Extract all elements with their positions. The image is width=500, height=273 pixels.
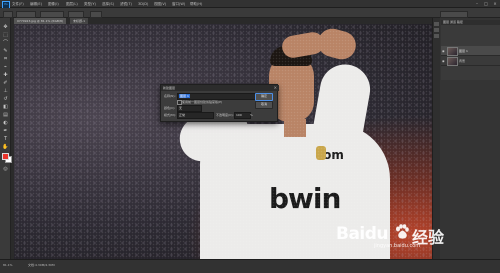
menu-item-edit[interactable]: 编辑(E) — [30, 2, 42, 7]
healing-tool-icon[interactable]: ✚ — [2, 72, 9, 78]
pen-tool-icon[interactable]: ✒ — [2, 128, 9, 134]
menu-item-view[interactable]: 视图(V) — [154, 2, 166, 7]
color-label: 颜色(C): — [164, 106, 176, 110]
options-bar — [0, 8, 500, 18]
menu-item-window[interactable]: 窗口(W) — [172, 2, 185, 7]
cancel-button[interactable]: 取消 — [255, 101, 273, 109]
layer-thumbnail — [447, 47, 458, 56]
blur-tool-icon[interactable]: ◐ — [2, 120, 9, 126]
menu-item-file[interactable]: 文件(F) — [12, 2, 24, 7]
move-tool-icon[interactable]: ✥ — [2, 24, 9, 30]
menu-item-3d[interactable]: 3D(D) — [138, 2, 148, 6]
layers-panel-tabs[interactable]: 图层 通道 路径 — [441, 20, 500, 25]
color-select[interactable]: 无 — [177, 105, 202, 112]
opacity-unit: % — [250, 113, 253, 117]
quick-select-tool-icon[interactable]: ✎ — [2, 48, 9, 54]
baidu-jingyan-watermark: Baidu 经验 jingyan.baidu.com — [336, 222, 476, 252]
eyedropper-tool-icon[interactable]: ⌁ — [2, 64, 9, 70]
option-field[interactable] — [16, 11, 36, 18]
menu-bar: Ps 文件(F) 编辑(E) 图像(I) 图层(L) 类型(Y) 选择(S) 滤… — [0, 0, 500, 9]
gradient-tool-icon[interactable]: ▤ — [2, 112, 9, 118]
layer-row[interactable]: ◉ 图层 1 — [441, 46, 500, 56]
layer-thumbnail — [447, 57, 458, 66]
new-layer-dialog: 新建图层 × 名称(N): 图层 1 使用前一图层创建剪贴蒙版(P) 颜色(C)… — [160, 84, 279, 122]
history-brush-icon[interactable]: ↺ — [2, 96, 9, 102]
watermark-url: jingyan.baidu.com — [374, 243, 421, 249]
dialog-titlebar: 新建图层 × — [161, 85, 279, 91]
name-label: 名称(N): — [164, 94, 176, 98]
minimize-icon[interactable]: – — [474, 1, 480, 6]
mode-label: 模式(M): — [164, 113, 176, 117]
visibility-eye-icon[interactable]: ◉ — [442, 59, 445, 63]
option-field[interactable] — [40, 11, 64, 18]
color-swatches[interactable] — [2, 153, 12, 163]
foreground-color-swatch[interactable] — [2, 153, 9, 160]
tools-panel: ✥ ⬚ ⌒ ✎ ⌗ ⌁ ✚ ✐ ⊥ ↺ ◧ ▤ ◐ ✒ T ✋ ◎ — [0, 18, 12, 259]
layer-name-input[interactable]: 图层 1 — [177, 93, 256, 100]
menu-item-select[interactable]: 选择(S) — [102, 2, 114, 7]
properties-panel-icon[interactable] — [434, 28, 439, 32]
menu-item-help[interactable]: 帮助(H) — [190, 2, 202, 7]
clip-mask-label: 使用前一图层创建剪贴蒙版(P) — [182, 100, 223, 104]
crop-tool-icon[interactable]: ⌗ — [2, 56, 9, 62]
mode-select[interactable]: 正常 — [177, 112, 214, 119]
baidu-paw-icon — [396, 224, 409, 239]
option-field[interactable] — [68, 11, 84, 18]
status-bar: 81.1% 文档:4.30M/4.30M — [0, 259, 500, 273]
dialog-title: 新建图层 — [163, 86, 176, 90]
adjustments-panel-icon[interactable] — [434, 34, 439, 38]
document-size: 文档:4.30M/4.30M — [28, 263, 55, 267]
menu-item-type[interactable]: 类型(Y) — [84, 2, 96, 7]
opacity-input[interactable]: 100 — [234, 112, 251, 119]
hand-tool-icon[interactable]: ✋ — [2, 144, 9, 150]
layer-row[interactable]: ◉ 背景 — [441, 56, 500, 66]
dialog-close-icon[interactable]: × — [274, 85, 277, 91]
opacity-label: 不透明度(O): — [216, 113, 234, 117]
workspace-switcher[interactable] — [440, 11, 468, 18]
menu-item-filter[interactable]: 滤镜(T) — [120, 2, 132, 7]
menu-item-image[interactable]: 图像(I) — [48, 2, 59, 7]
history-panel-icon[interactable] — [434, 22, 439, 26]
visibility-eye-icon[interactable]: ◉ — [442, 49, 445, 53]
ok-button[interactable]: 确定 — [255, 93, 273, 101]
marquee-tool-icon[interactable]: ⬚ — [2, 32, 9, 38]
layer-name: 背景 — [459, 59, 466, 63]
layers-panel: 图层 通道 路径 ◉ 图层 1 ◉ 背景 — [441, 20, 500, 80]
maximize-icon[interactable]: □ — [483, 1, 489, 6]
watermark-brand: Baidu — [336, 224, 389, 244]
type-tool-icon[interactable]: T — [2, 136, 9, 142]
quick-mask-icon[interactable]: ◎ — [2, 166, 9, 172]
zoom-level[interactable]: 81.1% — [3, 263, 13, 267]
close-icon[interactable]: × — [492, 1, 498, 6]
layer-name: 图层 1 — [459, 49, 468, 53]
brush-tool-icon[interactable]: ✐ — [2, 80, 9, 86]
menu-item-layer[interactable]: 图层(L) — [66, 2, 78, 7]
option-field[interactable] — [90, 11, 102, 18]
eraser-tool-icon[interactable]: ◧ — [2, 104, 9, 110]
tool-preset-picker[interactable] — [3, 11, 13, 18]
stamp-tool-icon[interactable]: ⊥ — [2, 88, 9, 94]
lasso-tool-icon[interactable]: ⌒ — [2, 40, 9, 46]
